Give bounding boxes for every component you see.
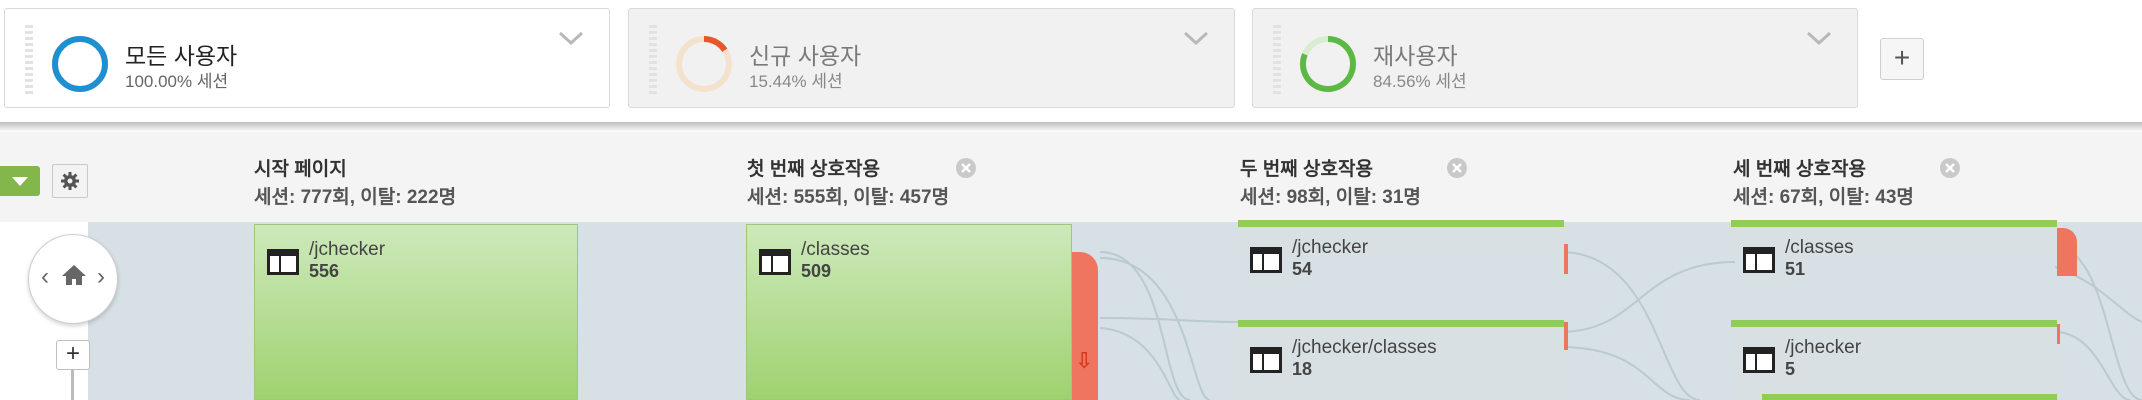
segment-share: 15.44% 세션 [749,72,843,91]
drop-off-bar[interactable] [2057,228,2077,276]
segment-share: 84.56% 세션 [1373,72,1467,91]
node-path: /jchecker [1292,237,1369,258]
behavior-flow: 시작 페이지 세션: 777회, 이탈: 222명 첫 번째 상호작용 세션: … [0,132,2142,400]
flow-node[interactable]: /classes 51 [1731,220,2057,279]
add-segment-button[interactable]: + [1880,38,1924,80]
page-icon [267,249,299,275]
node-count: 509 [801,261,832,281]
page-icon [1250,347,1282,373]
drop-off-bar[interactable] [2057,324,2060,344]
segment-new-users[interactable]: 신규 사용자 15.44% 세션 [628,8,1235,108]
page-icon [759,249,791,275]
segment-returning-users[interactable]: 재사용자 84.56% 세션 [1252,8,1858,108]
flow-node[interactable]: /jchecker/classes 18 [1238,320,1564,400]
pan-left-icon[interactable]: ‹ [41,263,49,291]
node-path: /classes [1785,237,1854,258]
node-count: 556 [309,261,340,281]
segment-ring-icon [676,36,732,92]
node-count: 5 [1785,359,1796,379]
flow-node-partial[interactable] [1762,394,2057,400]
page-icon [1743,347,1775,373]
flow-node[interactable]: /jchecker 54 [1238,220,1564,279]
flow-node[interactable]: /jchecker 5 [1731,320,2057,400]
segment-ring-icon [1300,36,1356,92]
zoom-in-button[interactable]: + [56,340,90,370]
drag-handle-icon[interactable] [1273,25,1281,95]
node-count: 18 [1292,359,1313,379]
pan-navigation-control[interactable]: ‹ › [28,234,118,324]
home-icon[interactable] [60,263,88,287]
node-path: /jchecker [1785,337,1862,358]
drag-handle-icon[interactable] [649,25,657,95]
pan-right-icon[interactable]: › [97,263,105,291]
drop-off-bar[interactable] [1564,244,1568,274]
node-path: /jchecker [309,239,386,260]
page-icon [1743,247,1775,273]
chevron-down-icon[interactable] [1182,29,1210,47]
node-count: 51 [1785,259,1806,279]
segment-bar-shadow [0,122,2142,132]
zoom-slider-track[interactable] [71,370,74,400]
node-path: /classes [801,239,870,260]
segment-all-users[interactable]: 모든 사용자 100.00% 세션 [4,8,610,108]
node-path: /jchecker/classes [1292,337,1437,358]
segment-name: 신규 사용자 [749,43,862,69]
segment-bar: 모든 사용자 100.00% 세션 신규 사용자 15.44% 세션 재사용자 … [0,0,2142,122]
drop-off-bar[interactable] [1564,322,1568,350]
down-arrow-icon: ⇩ [1075,348,1094,373]
flow-node[interactable]: /classes 509 [746,224,1072,400]
segment-name: 재사용자 [1373,43,1458,69]
node-count: 54 [1292,259,1313,279]
segment-name: 모든 사용자 [125,43,238,69]
segment-ring-icon [52,36,108,92]
drop-off-bar[interactable] [1072,252,1098,400]
drag-handle-icon[interactable] [25,25,33,95]
chevron-down-icon[interactable] [1805,29,1833,47]
segment-share: 100.00% 세션 [125,72,229,91]
page-icon [1250,247,1282,273]
chevron-down-icon[interactable] [557,29,585,47]
flow-node[interactable]: /jchecker 556 [254,224,578,400]
